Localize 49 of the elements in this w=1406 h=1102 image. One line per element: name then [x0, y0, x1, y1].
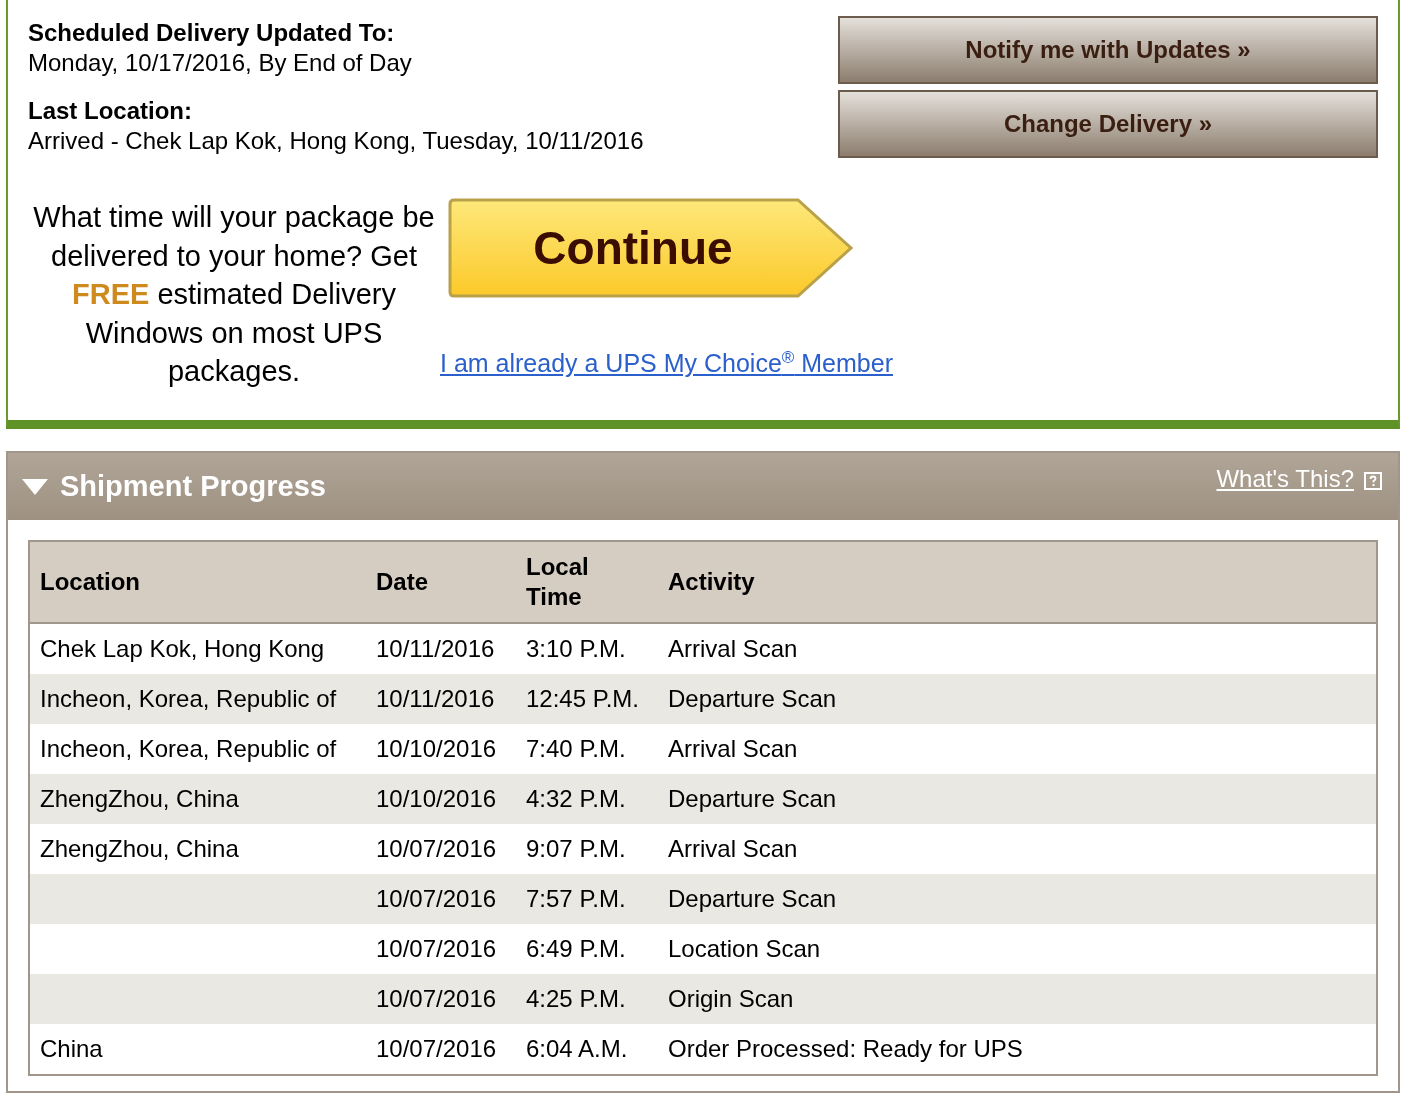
date-cell: 10/11/2016	[376, 635, 495, 662]
activity-cell: Arrival Scan	[668, 635, 798, 662]
time-cell: 7:40 P.M.	[526, 735, 626, 762]
member-link[interactable]: I am already a UPS My Choice$^{®}$ Member	[440, 348, 893, 379]
activity-cell: Arrival Scan	[668, 835, 798, 862]
action-button[interactable]: Change Delivery »	[838, 90, 1378, 158]
date-cell: 10/07/2016	[376, 835, 497, 862]
scheduled-delivery-label: Scheduled Delivery Updated To:	[28, 18, 396, 48]
location-cell: ZhengZhou, China	[40, 785, 239, 812]
column-header: Location	[29, 541, 366, 623]
collapse-triangle-icon[interactable]	[22, 478, 48, 495]
activity-cell: Departure Scan	[668, 785, 837, 812]
time-cell: 3:10 P.M.	[526, 635, 626, 662]
time-cell: 4:25 P.M.	[526, 985, 626, 1012]
activity-cell: Departure Scan	[668, 685, 837, 712]
activity-cell: Departure Scan	[668, 885, 837, 912]
promo-text: What time will your package be delivered to your home? Get FREE estimated Delivery Windows on most UPS packages.	[32, 200, 436, 389]
time-cell: 4:32 P.M.	[526, 785, 626, 812]
activity-cell: Order Processed: Ready for UPS	[668, 1035, 1023, 1062]
date-cell: 10/10/2016	[376, 735, 497, 762]
time-cell: 6:49 P.M.	[526, 935, 626, 962]
date-cell: 10/07/2016	[376, 885, 497, 912]
time-cell: 6:04 A.M.	[526, 1035, 628, 1062]
activity-cell: Arrival Scan	[668, 735, 798, 762]
time-cell: 12:45 P.M.	[526, 685, 639, 712]
last-location-label: Last Location:	[28, 96, 193, 126]
location-cell: China	[40, 1035, 103, 1062]
date-cell: 10/07/2016	[376, 985, 497, 1012]
continue-button[interactable]: Continue	[448, 198, 854, 298]
scheduled-delivery-value: Monday, 10/17/2016, By End of Day	[28, 48, 413, 78]
action-button[interactable]: Notify me with Updates »	[838, 16, 1378, 84]
location-cell: Incheon, Korea, Republic of	[40, 735, 337, 762]
date-cell: 10/07/2016	[376, 1035, 497, 1062]
time-cell: 7:57 P.M.	[526, 885, 626, 912]
activity-cell: Location Scan	[668, 935, 821, 962]
panel-title: Shipment Progress	[60, 470, 326, 503]
column-header: Activity	[658, 541, 1377, 623]
location-cell: Chek Lap Kok, Hong Kong	[40, 635, 325, 662]
help-icon[interactable]	[1364, 472, 1382, 490]
date-cell: 10/10/2016	[376, 785, 497, 812]
location-cell: Incheon, Korea, Republic of	[40, 685, 337, 712]
last-location-value: Arrived - Chek Lap Kok, Hong Kong, Tuesday, 10/11/2016	[28, 126, 644, 156]
time-cell: 9:07 P.M.	[526, 835, 626, 862]
column-header: Local Time	[516, 541, 658, 623]
date-cell: 10/11/2016	[376, 685, 495, 712]
location-cell: ZhengZhou, China	[40, 835, 239, 862]
date-cell: 10/07/2016	[376, 935, 497, 962]
activity-cell: Origin Scan	[668, 985, 794, 1012]
column-header: Date	[366, 541, 516, 623]
